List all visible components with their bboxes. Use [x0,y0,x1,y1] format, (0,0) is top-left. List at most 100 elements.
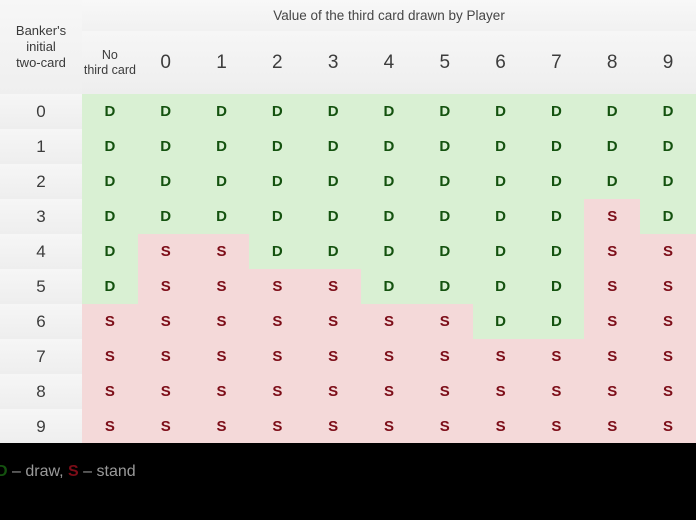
cell-row8-card8: S [584,374,641,409]
column-header-card-9: 9 [640,31,696,94]
cell-row1-card3: D [305,129,362,164]
cell-row2-card4: D [361,164,417,199]
cell-row8-card1: S [193,374,250,409]
cell-row6-card1: S [193,304,250,339]
cell-row4-card6: D [472,234,529,269]
cell-row4-card5: D [416,234,473,269]
cell-row4-card9: S [640,234,696,269]
cell-row5-card3: S [305,269,362,304]
cell-row0-card6: D [472,94,529,129]
table-row: 9SSSSSSSSSSS [0,409,696,444]
cell-row3-card4: D [361,199,417,234]
cell-row1-card1: D [193,129,250,164]
cell-row6-card2: S [249,304,306,339]
cell-row2-card3: D [305,164,362,199]
column-header-card-4: 4 [361,31,417,94]
cell-row2-card9: D [640,164,696,199]
cell-row7-card5: S [416,339,473,374]
cell-row7-card0: S [137,339,194,374]
legend-draw-text: – draw, [7,463,69,480]
cell-row6-card6: D [472,304,529,339]
header-row-columns: No third card 0 1 2 3 4 5 6 7 8 9 [0,31,696,94]
cell-row3-card3: D [305,199,362,234]
cell-row9-card4: S [361,409,417,444]
cell-row4-card8: S [584,234,641,269]
cell-row2-card5: D [416,164,473,199]
table-row: 3DDDDDDDDDSD [0,199,696,234]
stub-header-line-2: initial [26,39,56,54]
cell-row9-card2: S [249,409,306,444]
cell-row9-card5: S [416,409,473,444]
row-header-banker-total-2: 2 [0,164,82,199]
cell-row3-card9: D [640,199,696,234]
cell-row5-card1: S [193,269,250,304]
row-header-banker-total-7: 7 [0,339,82,374]
cell-row8-card0: S [137,374,194,409]
cell-row0-card1: D [193,94,250,129]
cell-row1-card2: D [249,129,306,164]
cell-row3-card0: D [137,199,194,234]
cell-row0-card5: D [416,94,473,129]
cell-row1-card0: D [137,129,194,164]
cell-row5-card4: D [361,269,417,304]
cell-row4-card7: D [528,234,585,269]
stub-header-line-1: Banker's [15,23,67,38]
cell-row7-card1: S [193,339,250,374]
cell-row6-card5: S [416,304,473,339]
table-row: 1DDDDDDDDDDD [0,129,696,164]
cell-row7-card2: S [249,339,306,374]
cell-row7-card7: S [528,339,585,374]
column-header-card-7: 7 [528,31,585,94]
cell-row0-card3: D [305,94,362,129]
cell-row0-no-third-card: D [82,94,138,129]
column-header-card-8: 8 [584,31,641,94]
cell-row2-card8: D [584,164,641,199]
cell-row7-card9: S [640,339,696,374]
cell-row9-card9: S [640,409,696,444]
cell-row9-card0: S [137,409,194,444]
table-header: Banker's initial two-card Value of the t… [0,0,696,94]
cell-row6-card0: S [137,304,194,339]
column-header-card-5: 5 [416,31,473,94]
cell-row2-card6: D [472,164,529,199]
cell-row0-card7: D [528,94,585,129]
cell-row0-card4: D [361,94,417,129]
cell-row4-card4: D [361,234,417,269]
cell-row3-card5: D [416,199,473,234]
cell-row2-card7: D [528,164,585,199]
cell-row2-card0: D [137,164,194,199]
cell-row8-card6: S [472,374,529,409]
cell-row5-card5: D [416,269,473,304]
table-row: 2DDDDDDDDDDD [0,164,696,199]
cell-row1-card6: D [472,129,529,164]
cell-row8-card4: S [361,374,417,409]
legend-stand-text: – stand [78,463,136,480]
cell-row7-card4: S [361,339,417,374]
cell-row9-card3: S [305,409,362,444]
cell-row5-card8: S [584,269,641,304]
cell-row8-card7: S [528,374,585,409]
table-row: 6SSSSSSSDDSS [0,304,696,339]
cell-row6-card8: S [584,304,641,339]
cell-row4-card1: S [193,234,250,269]
column-header-card-6: 6 [472,31,529,94]
row-header-banker-total-3: 3 [0,199,82,234]
cell-row8-card9: S [640,374,696,409]
column-header-card-0: 0 [137,31,194,94]
no-third-card-line-1: No [101,47,118,62]
cell-row4-no-third-card: D [82,234,138,269]
cell-row3-card7: D [528,199,585,234]
row-header-banker-total-6: 6 [0,304,82,339]
cell-row1-no-third-card: D [82,129,138,164]
table-body: 0DDDDDDDDDDD1DDDDDDDDDDD2DDDDDDDDDDD3DDD… [0,94,696,444]
cell-row4-card3: D [305,234,362,269]
table-row: 8SSSSSSSSSSS [0,374,696,409]
legend-stand-key: S [68,463,79,480]
cell-row9-card6: S [472,409,529,444]
column-header-card-1: 1 [193,31,250,94]
cell-row5-card9: S [640,269,696,304]
row-header-banker-total-1: 1 [0,129,82,164]
cell-row7-card3: S [305,339,362,374]
header-row-group: Banker's initial two-card Value of the t… [0,0,696,94]
row-header-banker-total-4: 4 [0,234,82,269]
